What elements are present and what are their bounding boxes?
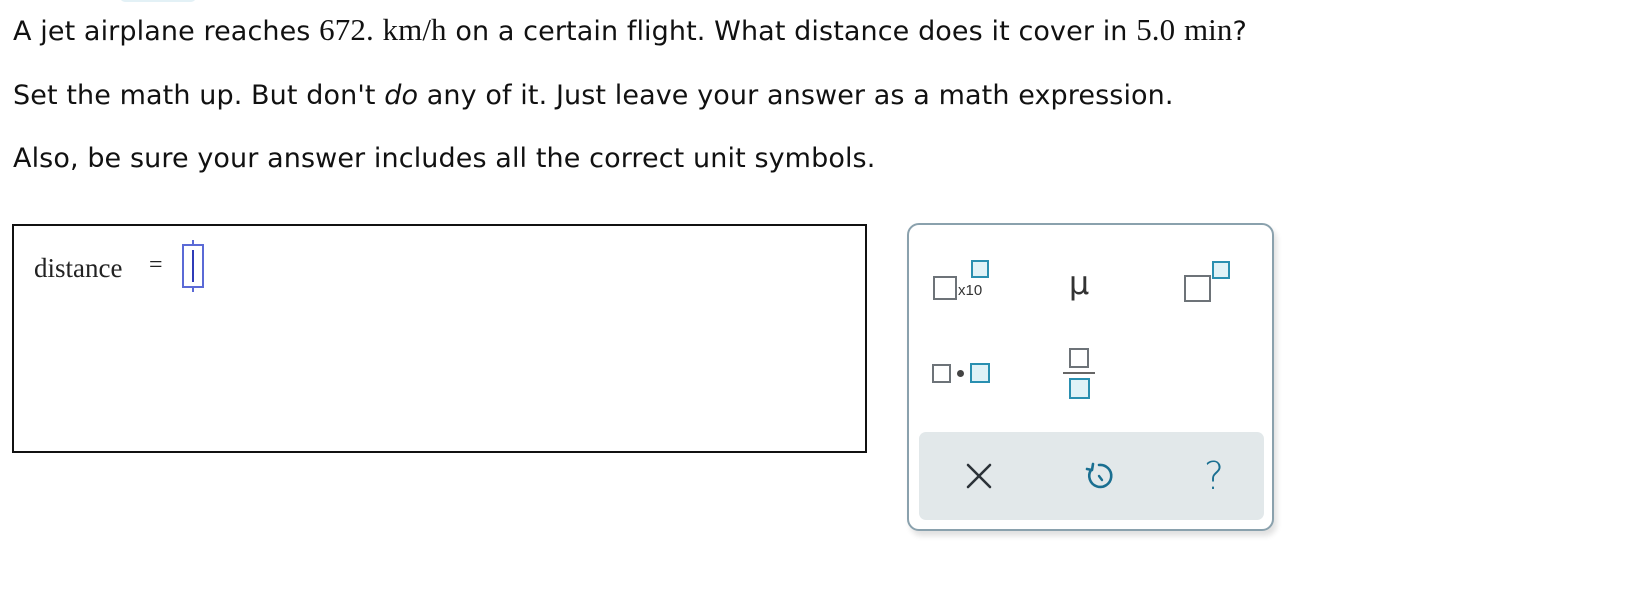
answer-input[interactable] bbox=[182, 240, 204, 292]
top-tab-indicator bbox=[120, 0, 196, 2]
undo-button[interactable] bbox=[1064, 446, 1134, 506]
speed-unit: km/h bbox=[382, 12, 447, 47]
help-button[interactable]: ? bbox=[1179, 446, 1249, 506]
multiply-dot-button[interactable] bbox=[921, 343, 1001, 403]
keypad-action-bar: ? bbox=[919, 432, 1264, 520]
mu-button[interactable]: μ bbox=[1039, 253, 1119, 313]
multiply-dot-icon bbox=[932, 363, 990, 383]
scientific-notation-button[interactable]: x10 bbox=[921, 253, 1001, 313]
close-icon bbox=[966, 463, 992, 489]
help-icon: ? bbox=[1203, 454, 1225, 498]
question-line-1: A jet airplane reaches 672. km/h on a ce… bbox=[13, 12, 1247, 48]
instruction-text-end: any of it. Just leave your answer as a m… bbox=[418, 80, 1174, 111]
fraction-icon bbox=[1063, 347, 1095, 399]
time-value: 5.0 bbox=[1136, 12, 1176, 47]
text-caret bbox=[192, 250, 194, 282]
math-keypad: x10 μ ? bbox=[907, 223, 1274, 531]
equals-sign: = bbox=[149, 252, 163, 278]
superscript-icon bbox=[1182, 261, 1232, 305]
question-text-end: ? bbox=[1232, 16, 1247, 47]
question-text-mid: on a certain flight. What distance does … bbox=[446, 16, 1137, 47]
instruction-line-2: Also, be sure your answer includes all t… bbox=[13, 143, 876, 174]
time-unit: min bbox=[1183, 12, 1233, 47]
speed-value: 672. bbox=[319, 12, 374, 47]
mu-icon: μ bbox=[1068, 264, 1090, 302]
answer-box[interactable]: distance = bbox=[12, 224, 867, 453]
instruction-emphasis: do bbox=[384, 80, 419, 111]
clear-button[interactable] bbox=[944, 446, 1014, 506]
scientific-notation-icon: x10 bbox=[931, 260, 991, 306]
superscript-button[interactable] bbox=[1167, 253, 1247, 313]
fraction-button[interactable] bbox=[1039, 343, 1119, 403]
undo-icon bbox=[1085, 462, 1113, 489]
question-text-start: A jet airplane reaches bbox=[13, 16, 320, 47]
instruction-line-1: Set the math up. But don't do any of it.… bbox=[13, 80, 1174, 111]
instruction-text-start: Set the math up. But don't bbox=[13, 80, 385, 111]
answer-label: distance bbox=[34, 253, 123, 283]
